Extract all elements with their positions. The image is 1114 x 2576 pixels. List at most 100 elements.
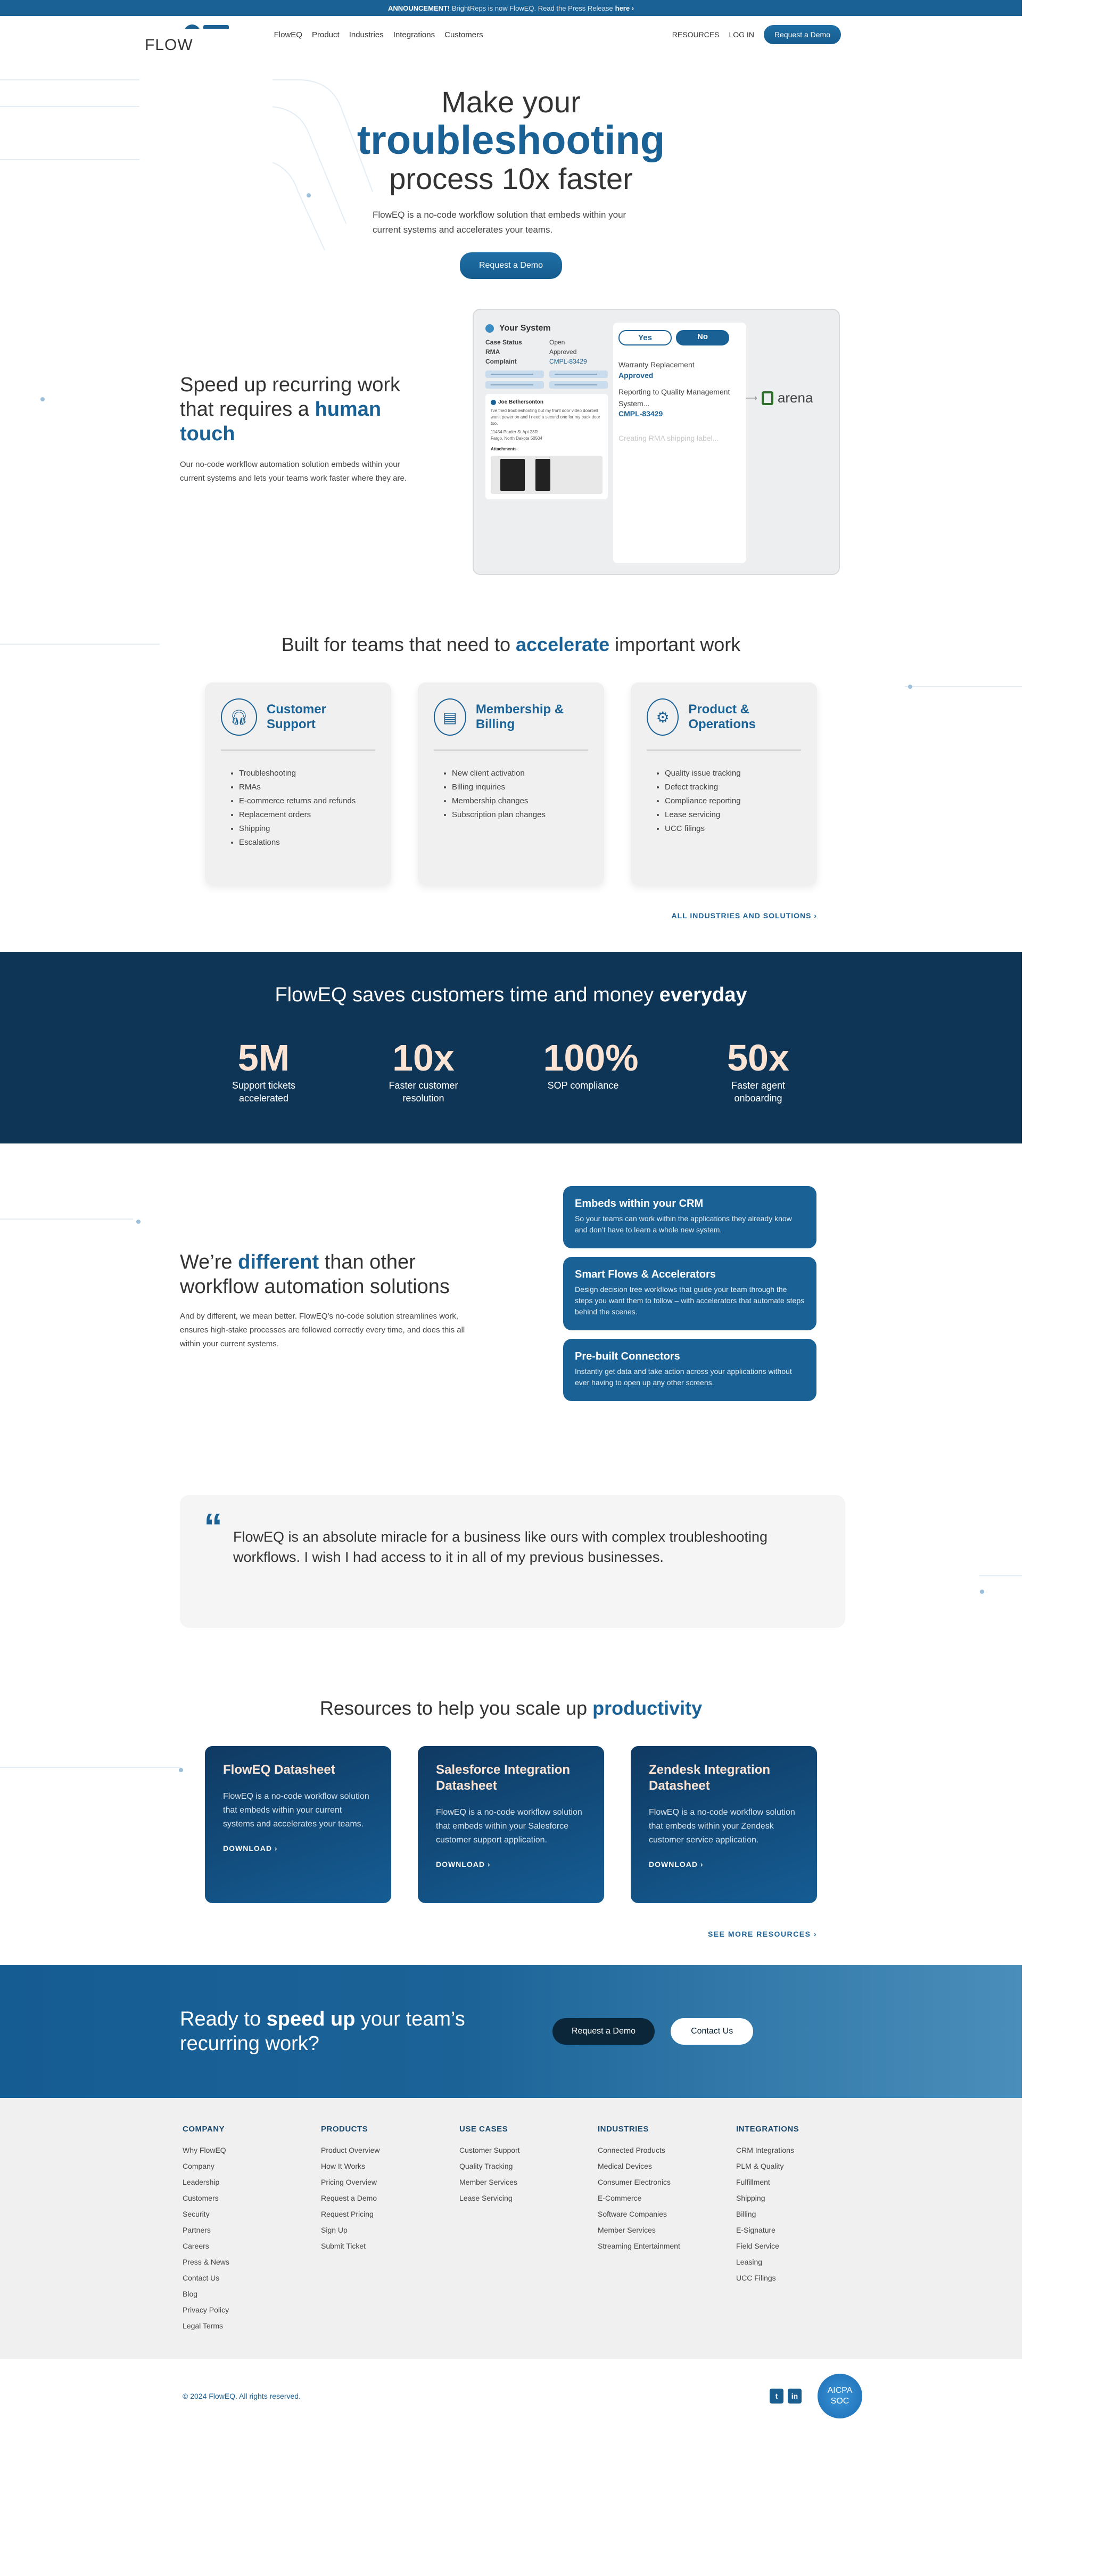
nav-industries[interactable]: Industries bbox=[349, 30, 384, 39]
stat-onboarding: 50x Faster agent onboarding bbox=[727, 1037, 789, 1104]
footer-link[interactable]: Careers bbox=[183, 2238, 321, 2254]
footer-link[interactable]: Member Services bbox=[459, 2174, 598, 2190]
footer-link[interactable]: Blog bbox=[183, 2286, 321, 2302]
nav-login[interactable]: LOG IN bbox=[729, 30, 754, 39]
press-release-link[interactable]: here › bbox=[615, 4, 634, 12]
flow-panel: Yes No Warranty Replacement Approved Rep… bbox=[613, 323, 746, 563]
billing-icon: ▤ bbox=[434, 698, 466, 736]
footer-link[interactable]: Request a Demo bbox=[321, 2190, 459, 2206]
card-title: Membership & Billing bbox=[475, 702, 564, 731]
twitter-icon[interactable]: t bbox=[770, 2389, 783, 2404]
nav-resources[interactable]: RESOURCES bbox=[672, 30, 720, 39]
footer-link[interactable]: Quality Tracking bbox=[459, 2158, 598, 2174]
footer-link[interactable]: E-Signature bbox=[736, 2222, 874, 2238]
footer-link[interactable]: Connected Products bbox=[598, 2142, 736, 2158]
footer-link[interactable]: Press & News bbox=[183, 2254, 321, 2270]
footer-link[interactable]: Consumer Electronics bbox=[598, 2174, 736, 2190]
footer-link[interactable]: Medical Devices bbox=[598, 2158, 736, 2174]
nav-customers[interactable]: Customers bbox=[444, 30, 483, 39]
footer-link[interactable]: Software Companies bbox=[598, 2206, 736, 2222]
headset-icon: 🎧︎ bbox=[221, 698, 257, 736]
resource-card-floweq: FlowEQ Datasheet FlowEQ is a no-code work… bbox=[205, 1746, 391, 1903]
footer-link[interactable]: Privacy Policy bbox=[183, 2302, 321, 2318]
nav-integrations[interactable]: Integrations bbox=[393, 30, 435, 39]
arena-integration: ⟶ arena bbox=[745, 390, 813, 406]
footer-link[interactable]: Streaming Entertainment bbox=[598, 2238, 736, 2254]
status-dot-icon bbox=[485, 324, 494, 333]
footer-link[interactable]: Leasing bbox=[736, 2254, 874, 2270]
footer-link[interactable]: Legal Terms bbox=[183, 2318, 321, 2334]
testimonial-text: FlowEQ is an absolute miracle for a busi… bbox=[233, 1529, 768, 1565]
footer-link[interactable]: Sign Up bbox=[321, 2222, 459, 2238]
resources-section: Resources to help you scale up productiv… bbox=[0, 1697, 1022, 1938]
flow-complaint-id: CMPL-83429 bbox=[618, 409, 663, 418]
download-link[interactable]: DOWNLOAD › bbox=[223, 1844, 278, 1853]
footer-link[interactable]: Shipping bbox=[736, 2190, 874, 2206]
footer-link[interactable]: Company bbox=[183, 2158, 321, 2174]
gear-network-icon: ⚙ bbox=[647, 698, 679, 736]
footer-link[interactable]: Member Services bbox=[598, 2222, 736, 2238]
nav-product[interactable]: Product bbox=[312, 30, 340, 39]
footer-column-title: USE CASES bbox=[459, 2125, 508, 2134]
logo-text-flow: FLOW bbox=[139, 29, 273, 269]
resource-card-salesforce: Salesforce Integration Datasheet FlowEQ i… bbox=[418, 1746, 604, 1903]
footer-link[interactable]: Customer Support bbox=[459, 2142, 598, 2158]
footer-link[interactable]: Submit Ticket bbox=[321, 2238, 459, 2254]
footer-link[interactable]: Billing bbox=[736, 2206, 874, 2222]
floweq-logo[interactable]: FLOW EQ bbox=[139, 24, 273, 269]
stat-compliance: 100% SOP compliance bbox=[543, 1037, 639, 1091]
nav-request-demo-button[interactable]: Request a Demo bbox=[763, 25, 841, 44]
download-link[interactable]: DOWNLOAD › bbox=[649, 1860, 704, 1869]
footer-column-company: COMPANY Why FlowEQ Company Leadership Custom… bbox=[183, 2125, 321, 2332]
footer-column-title: INTEGRATIONS bbox=[736, 2125, 799, 2134]
footer-link[interactable]: Lease Servicing bbox=[459, 2190, 598, 2206]
footer-column-integrations: INTEGRATIONS CRM Integrations PLM & Qualit… bbox=[736, 2125, 874, 2332]
footer-link[interactable]: Leadership bbox=[183, 2174, 321, 2190]
announcement-bar: ANNOUNCEMENT! BrightReps is now FlowEQ. … bbox=[0, 0, 1022, 16]
footer-link[interactable]: Field Service bbox=[736, 2238, 874, 2254]
footer-column-title: PRODUCTS bbox=[321, 2125, 368, 2134]
cta-request-demo-button[interactable]: Request a Demo bbox=[552, 2018, 655, 2045]
stats-title: FlowEQ saves customers time and money ev… bbox=[275, 984, 747, 1006]
hero-title-line1: Make your bbox=[441, 85, 581, 119]
main-nav: FLOW EQ Why FlowEQ Product Industries In… bbox=[0, 16, 1022, 269]
stats-section: FlowEQ saves customers time and money ev… bbox=[0, 952, 1022, 1143]
footer-link[interactable]: Pricing Overview bbox=[321, 2174, 459, 2190]
yes-option: Yes bbox=[618, 330, 672, 345]
footer-link[interactable]: How It Works bbox=[321, 2158, 459, 2174]
stat-tickets: 5M Support tickets accelerated bbox=[232, 1037, 295, 1104]
user-icon bbox=[491, 400, 496, 405]
footer-link[interactable]: Product Overview bbox=[321, 2142, 459, 2158]
arena-label: arena bbox=[777, 390, 813, 406]
download-link[interactable]: DOWNLOAD › bbox=[436, 1860, 491, 1869]
feature-smart-flows: Smart Flows & Accelerators Design decisio… bbox=[563, 1257, 816, 1330]
footer-link[interactable]: Partners bbox=[183, 2222, 321, 2238]
footer-link[interactable]: E-Commerce bbox=[598, 2190, 736, 2206]
cta-title: Ready to speed up your team’s recurring … bbox=[180, 2008, 465, 2055]
placeholder-fields bbox=[485, 371, 608, 389]
different-title: We’re different than other workflow auto… bbox=[180, 1251, 450, 1298]
linkedin-icon[interactable]: in bbox=[788, 2389, 802, 2404]
cta-contact-us-button[interactable]: Contact Us bbox=[671, 2018, 754, 2045]
see-more-resources-link[interactable]: SEE MORE RESOURCES › bbox=[708, 1930, 817, 1938]
different-section: We’re different than other workflow auto… bbox=[0, 1143, 1022, 1474]
footer-link[interactable]: CRM Integrations bbox=[736, 2142, 874, 2158]
footer-link[interactable]: UCC Filings bbox=[736, 2270, 874, 2286]
ticket-address-line1: 11454 Pruder St Apt 23R bbox=[491, 430, 538, 434]
footer-link[interactable]: Security bbox=[183, 2206, 321, 2222]
speed-title: Speed up recurring work that requires a … bbox=[180, 374, 400, 445]
no-option: No bbox=[676, 330, 729, 345]
footer-link[interactable]: Customers bbox=[183, 2190, 321, 2206]
teams-title: Built for teams that need to accelerate … bbox=[281, 633, 741, 655]
footer-link[interactable]: Why FlowEQ bbox=[183, 2142, 321, 2158]
all-industries-link[interactable]: ALL INDUSTRIES AND SOLUTIONS › bbox=[672, 911, 817, 920]
footer-link[interactable]: Fulfillment bbox=[736, 2174, 874, 2190]
footer-link[interactable]: Contact Us bbox=[183, 2270, 321, 2286]
ticket-user: Joe Bethersonton bbox=[498, 399, 544, 405]
footer-link[interactable]: PLM & Quality bbox=[736, 2158, 874, 2174]
flow-step-status: Approved bbox=[618, 371, 654, 380]
hero-request-demo-button[interactable]: Request a Demo bbox=[459, 252, 563, 279]
attachment-images bbox=[491, 456, 603, 494]
your-system-panel: Your System Case Status Open RMA Approved … bbox=[485, 324, 608, 499]
footer-link[interactable]: Request Pricing bbox=[321, 2206, 459, 2222]
